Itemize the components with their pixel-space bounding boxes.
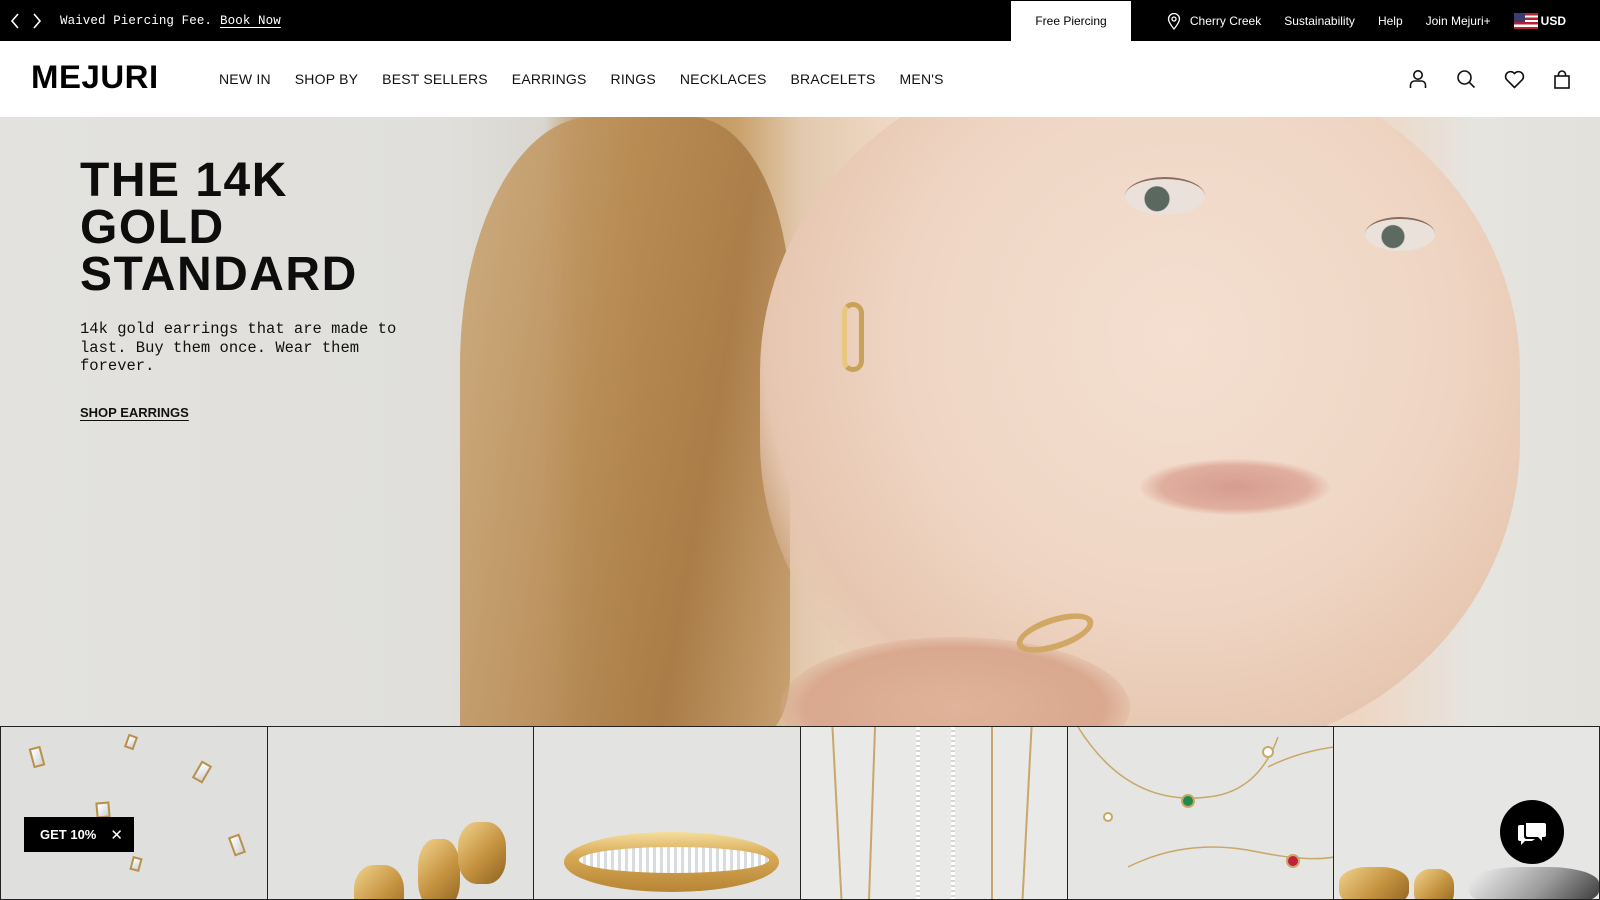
hero-copy: THE 14K GOLD STANDARD 14k gold earrings … xyxy=(80,157,440,422)
product-image xyxy=(123,733,139,751)
map-pin-icon xyxy=(1167,12,1181,30)
store-location-label: Cherry Creek xyxy=(1189,14,1262,28)
product-image xyxy=(950,727,955,899)
help-link[interactable]: Help xyxy=(1378,14,1403,28)
product-image xyxy=(95,801,111,819)
product-image xyxy=(579,847,770,873)
product-image xyxy=(1021,727,1033,899)
free-piercing-tab[interactable]: Free Piercing xyxy=(1011,1,1131,41)
hero-title-line: GOLD xyxy=(80,201,225,254)
us-flag-icon xyxy=(1513,13,1538,29)
product-image xyxy=(417,839,460,899)
promo-message: Waived Piercing Fee. Book Now xyxy=(60,14,281,28)
hero-image-hair xyxy=(460,117,790,726)
discount-popup[interactable]: GET 10% ✕ xyxy=(24,817,134,852)
shop-earrings-link[interactable]: SHOP EARRINGS xyxy=(80,405,189,420)
currency-selector[interactable]: USD xyxy=(1513,13,1566,29)
product-tile-earrings-studs[interactable] xyxy=(0,726,267,900)
mejuri-logo[interactable]: MEJURI xyxy=(31,59,159,96)
header-actions xyxy=(1407,41,1573,117)
chat-bubble-icon xyxy=(1518,823,1546,845)
product-image xyxy=(990,727,993,899)
nav-best-sellers[interactable]: BEST SELLERS xyxy=(382,71,488,87)
nav-new-in[interactable]: NEW IN xyxy=(219,71,271,87)
nav-rings[interactable]: RINGS xyxy=(611,71,656,87)
product-image xyxy=(867,727,877,899)
announcement-left: Waived Piercing Fee. Book Now xyxy=(1,1,281,41)
join-mejuri-link[interactable]: Join Mejuri+ xyxy=(1426,14,1491,28)
hero-banner[interactable]: THE 14K GOLD STANDARD 14k gold earrings … xyxy=(0,117,1600,726)
product-image xyxy=(129,855,143,873)
chevron-left-icon[interactable] xyxy=(4,1,26,41)
product-image xyxy=(353,865,404,899)
announcement-bar: Waived Piercing Fee. Book Now Free Pierc… xyxy=(0,0,1600,41)
search-icon[interactable] xyxy=(1455,68,1477,90)
product-image xyxy=(28,745,46,769)
product-image xyxy=(191,760,213,784)
currency-label: USD xyxy=(1540,14,1566,28)
nav-necklaces[interactable]: NECKLACES xyxy=(680,71,767,87)
main-nav: NEW IN SHOP BY BEST SELLERS EARRINGS RIN… xyxy=(219,41,944,117)
product-image xyxy=(227,833,247,857)
product-image xyxy=(1339,867,1410,899)
product-image xyxy=(457,822,506,884)
hero-title: THE 14K GOLD STANDARD xyxy=(80,154,440,301)
product-image xyxy=(1076,727,1334,868)
chevron-right-icon[interactable] xyxy=(26,1,48,41)
product-tiles xyxy=(0,726,1600,900)
hero-image-detail xyxy=(1140,459,1330,515)
wishlist-heart-icon[interactable] xyxy=(1503,68,1525,90)
utility-nav: Cherry Creek Sustainability Help Join Me… xyxy=(1167,1,1599,41)
shopping-bag-icon[interactable] xyxy=(1551,68,1573,90)
product-image xyxy=(1414,869,1455,899)
product-image xyxy=(915,727,920,899)
product-tile-dome-earrings[interactable] xyxy=(1333,726,1600,900)
nav-bracelets[interactable]: BRACELETS xyxy=(790,71,875,87)
product-tile-necklaces[interactable] xyxy=(799,726,1067,900)
product-tile-pave-rings[interactable] xyxy=(533,726,800,900)
sustainability-link[interactable]: Sustainability xyxy=(1284,14,1355,28)
hero-subtitle: 14k gold earrings that are made to last.… xyxy=(80,320,397,375)
promo-text: Waived Piercing Fee. xyxy=(60,14,213,28)
close-icon[interactable]: ✕ xyxy=(110,826,123,844)
nav-shop-by[interactable]: SHOP BY xyxy=(295,71,358,87)
main-header: MEJURI NEW IN SHOP BY BEST SELLERS EARRI… xyxy=(0,41,1600,117)
nav-mens[interactable]: MEN'S xyxy=(900,71,944,87)
product-tile-gemstone-necklaces[interactable] xyxy=(1066,726,1334,900)
hero-title-line: STANDARD xyxy=(80,248,358,301)
book-now-link[interactable]: Book Now xyxy=(220,14,281,28)
hero-image-detail xyxy=(1125,177,1205,215)
hero-image-detail xyxy=(1365,217,1435,251)
account-icon[interactable] xyxy=(1407,68,1429,90)
nav-earrings[interactable]: EARRINGS xyxy=(512,71,587,87)
hero-image-earring xyxy=(842,302,864,372)
chat-button[interactable] xyxy=(1500,800,1564,864)
hero-title-line: THE 14K xyxy=(80,154,288,207)
product-image xyxy=(1469,867,1599,899)
discount-label: GET 10% xyxy=(40,827,97,842)
store-location-link[interactable]: Cherry Creek xyxy=(1167,12,1262,30)
product-image xyxy=(831,727,843,899)
product-tile-gold-hoops[interactable] xyxy=(266,726,534,900)
